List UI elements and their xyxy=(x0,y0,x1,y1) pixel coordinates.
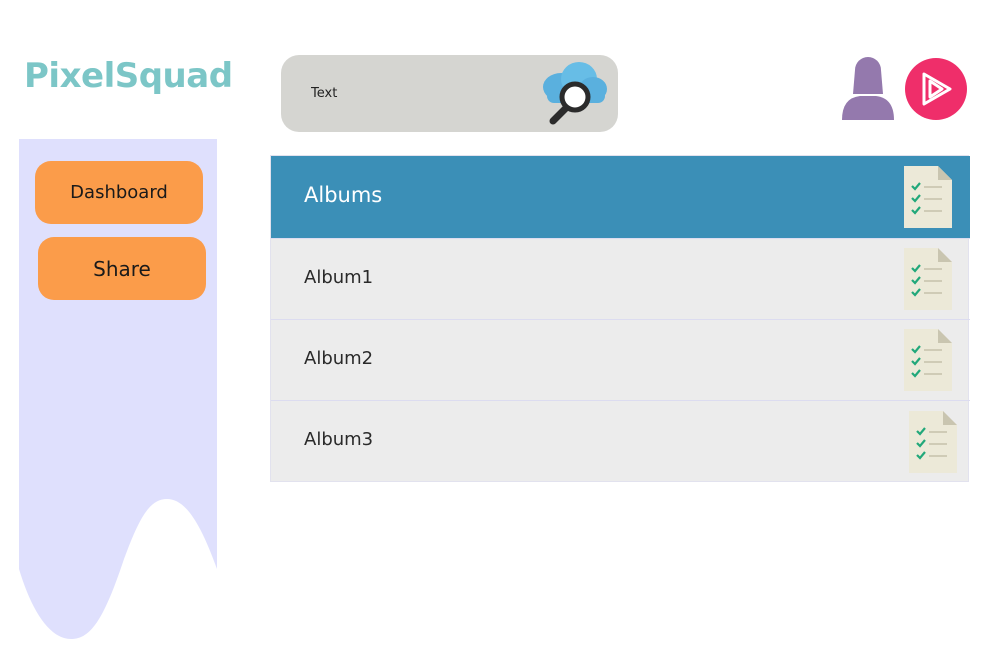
app-logo: PixelSquad xyxy=(24,56,233,96)
album-label: Album3 xyxy=(304,429,374,450)
album-row[interactable]: Album3 xyxy=(271,400,970,481)
album-row[interactable]: Album2 xyxy=(271,319,970,400)
albums-title: Albums xyxy=(304,183,383,207)
albums-header: Albums xyxy=(271,156,970,238)
search-input[interactable] xyxy=(311,81,531,105)
dashboard-button[interactable]: Dashboard xyxy=(35,161,203,224)
share-button[interactable]: Share xyxy=(38,237,206,300)
page: PixelSquad Dashboard Share Albums xyxy=(0,0,999,649)
albums-list: Albums Album1 Album2 Album3 xyxy=(270,155,970,482)
checklist-document-icon xyxy=(904,248,952,310)
checklist-document-icon xyxy=(904,166,952,228)
search-bar[interactable] xyxy=(281,55,618,132)
checklist-document-icon xyxy=(909,411,957,473)
play-icon[interactable] xyxy=(904,57,968,121)
user-icon[interactable] xyxy=(838,54,898,122)
album-row[interactable]: Album1 xyxy=(271,238,970,319)
album-label: Album2 xyxy=(304,348,374,369)
checklist-document-icon xyxy=(904,329,952,391)
album-label: Album1 xyxy=(304,267,374,288)
cloud-search-icon[interactable] xyxy=(539,59,609,127)
sidebar: Dashboard Share xyxy=(19,139,217,649)
